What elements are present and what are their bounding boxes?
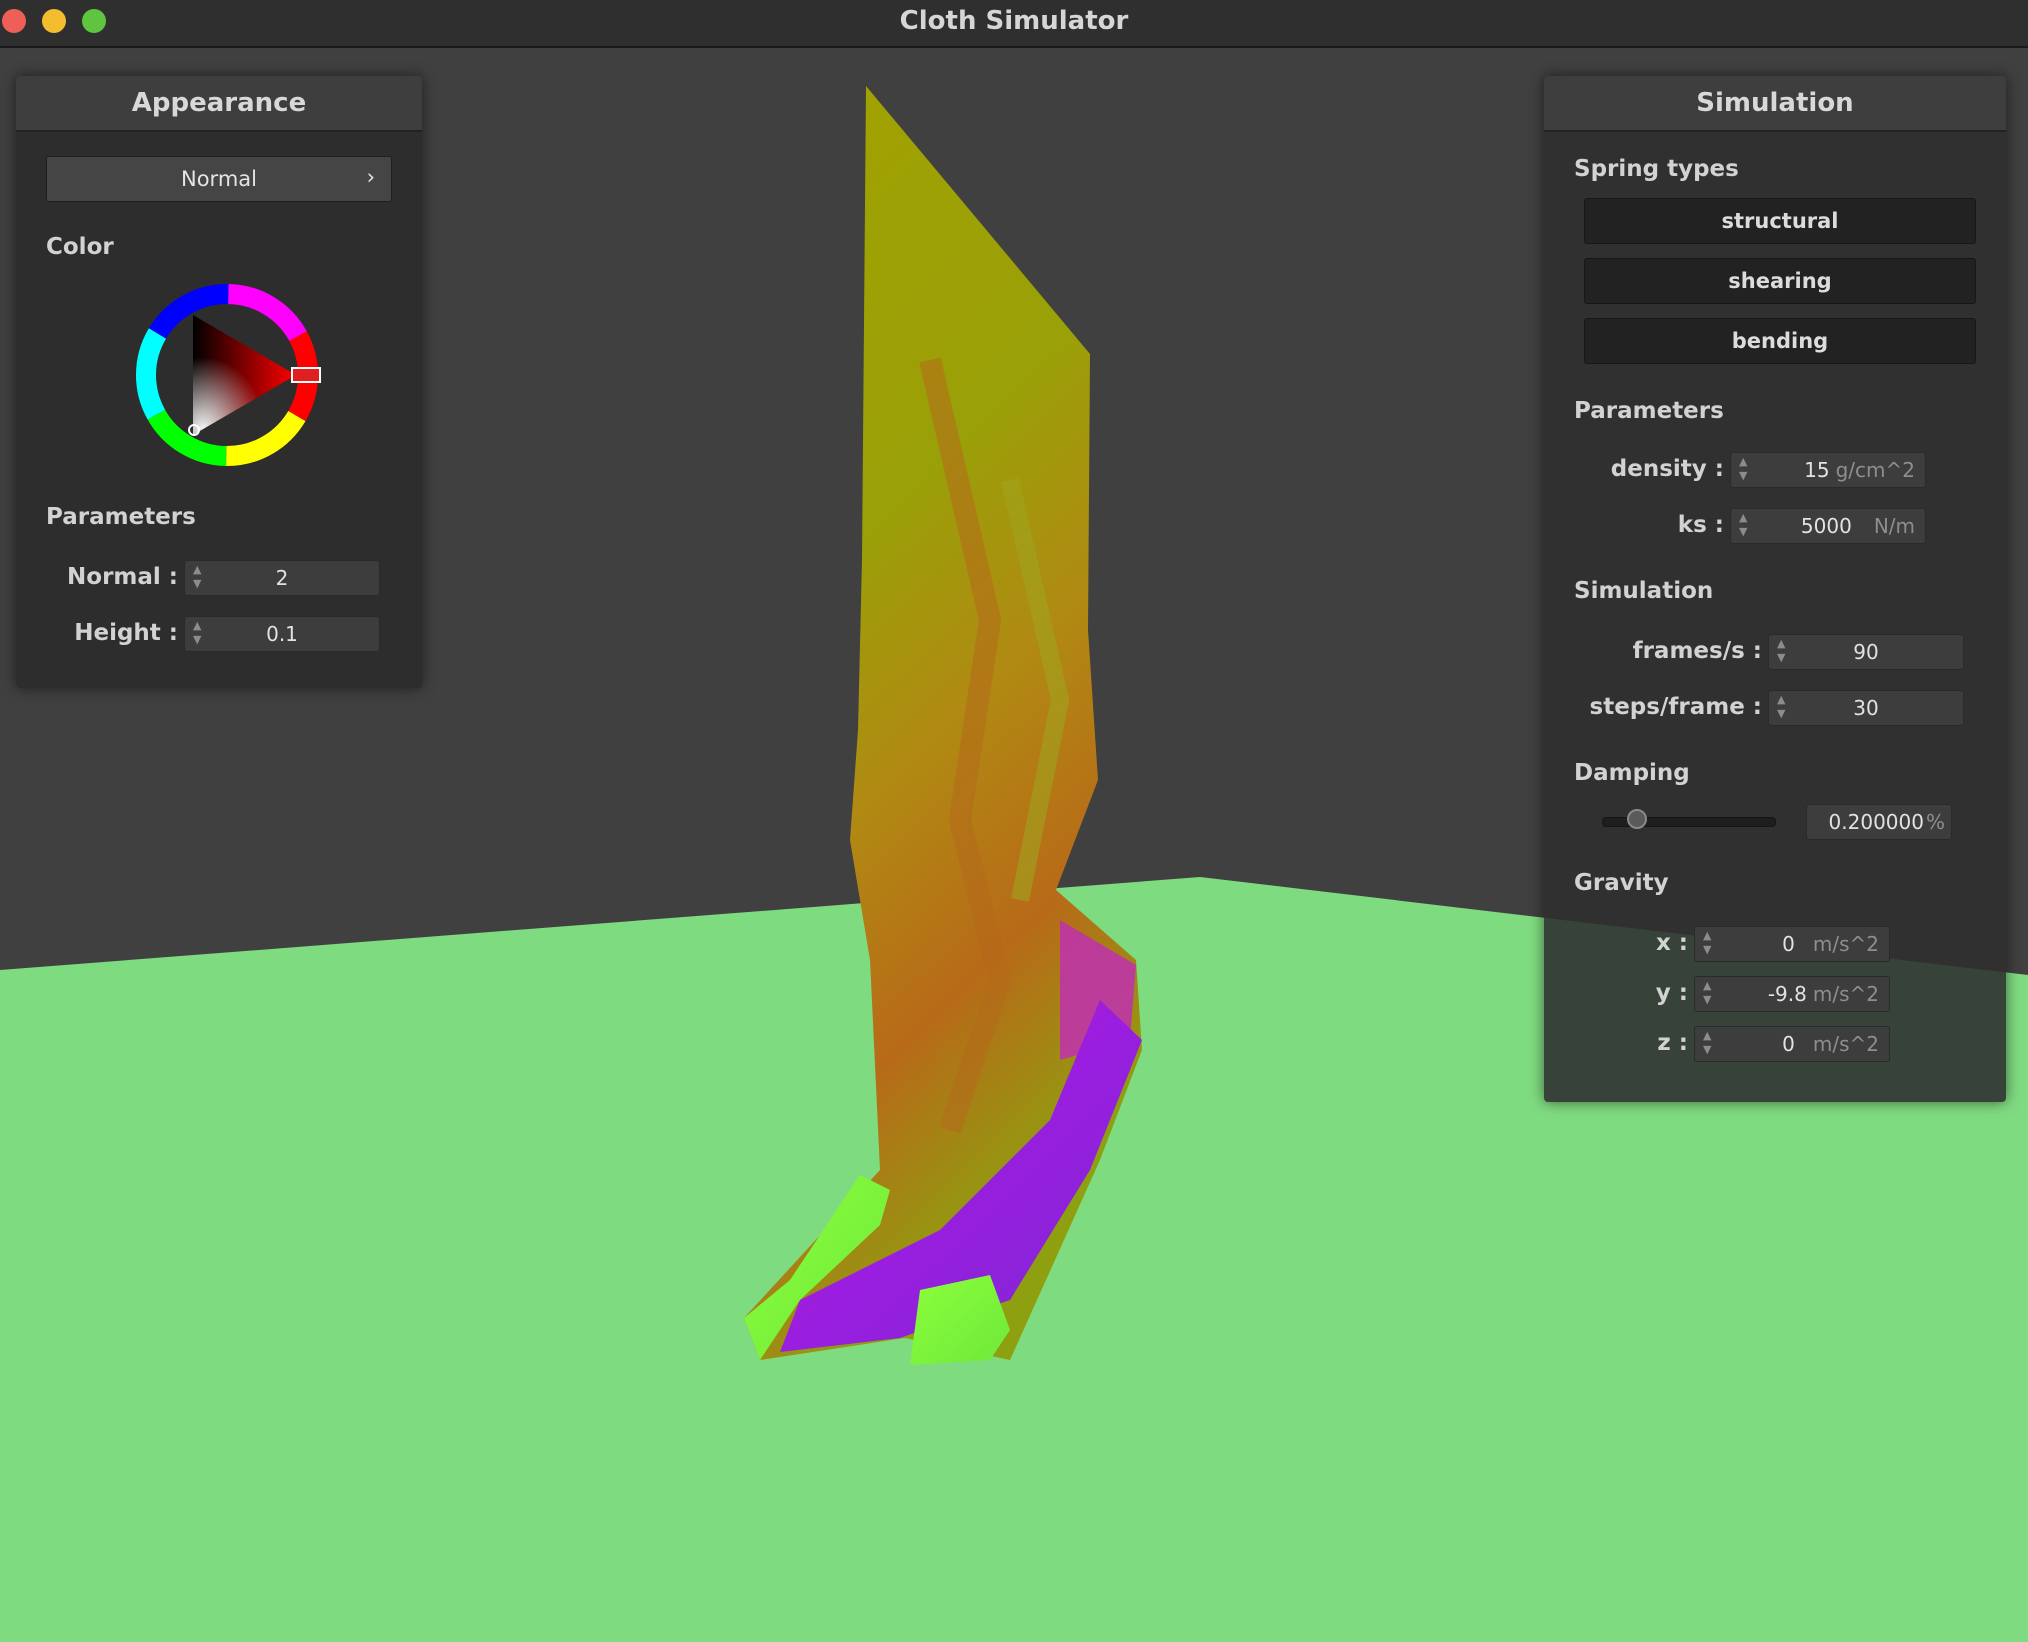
density-input[interactable]: ▲ ▼ 15 g/cm^2 xyxy=(1730,452,1926,488)
color-section-label: Color xyxy=(46,234,114,260)
gravity-y-input[interactable]: ▲ ▼ -9.8 m/s^2 xyxy=(1694,976,1890,1012)
steps-per-frame-label: steps/frame : xyxy=(1589,694,1762,720)
fps-label: frames/s : xyxy=(1632,638,1762,664)
spin-arrows-icon[interactable]: ▲ ▼ xyxy=(1703,929,1711,957)
damping-slider[interactable] xyxy=(1602,809,1776,829)
gravity-x-unit: m/s^2 xyxy=(1812,932,1879,956)
gravity-z-unit: m/s^2 xyxy=(1812,1032,1879,1056)
window-title: Cloth Simulator xyxy=(899,6,1129,36)
shearing-toggle-button[interactable]: shearing xyxy=(1584,258,1976,304)
gravity-label: Gravity xyxy=(1574,870,1669,896)
density-unit: g/cm^2 xyxy=(1835,458,1915,482)
spin-arrows-icon[interactable]: ▲ ▼ xyxy=(1703,979,1711,1007)
ks-label: ks : xyxy=(1677,512,1724,538)
fps-input[interactable]: ▲ ▼ 90 xyxy=(1768,634,1964,670)
gravity-z-value: 0 xyxy=(1782,1032,1795,1056)
gravity-y-unit: m/s^2 xyxy=(1812,982,1879,1006)
gravity-z-input[interactable]: ▲ ▼ 0 m/s^2 xyxy=(1694,1026,1890,1062)
density-value: 15 xyxy=(1804,458,1830,482)
spring-types-label: Spring types xyxy=(1574,156,1739,182)
chevron-right-icon: › xyxy=(366,165,375,189)
damping-slider-thumb[interactable] xyxy=(1626,809,1647,829)
simulation-parameters-label: Parameters xyxy=(1574,398,1724,424)
damping-input[interactable]: 0.200000% xyxy=(1806,804,1952,840)
structural-toggle-button[interactable]: structural xyxy=(1584,198,1976,244)
normal-input[interactable]: ▲ ▼ 2 xyxy=(184,560,380,596)
ks-value: 5000 xyxy=(1800,514,1852,538)
bending-toggle-button[interactable]: bending xyxy=(1584,318,1976,364)
shader-select-value: Normal xyxy=(181,167,257,191)
density-value-group: 15 g/cm^2 xyxy=(1804,453,1915,487)
height-value: 0.1 xyxy=(266,622,298,646)
damping-unit: % xyxy=(1925,810,1945,834)
gravity-x-value-group: 0 m/s^2 xyxy=(1782,927,1879,961)
simulation-section-label: Simulation xyxy=(1574,578,1714,604)
gravity-x-value: 0 xyxy=(1782,932,1795,956)
gravity-z-value-group: 0 m/s^2 xyxy=(1782,1027,1879,1061)
ks-unit: N/m xyxy=(1873,514,1915,538)
spin-arrows-icon[interactable]: ▲ ▼ xyxy=(1703,1029,1711,1057)
ks-value-group: 5000 N/m xyxy=(1801,509,1915,543)
spin-arrows-icon[interactable]: ▲ ▼ xyxy=(1739,511,1747,539)
steps-per-frame-input[interactable]: ▲ ▼ 30 xyxy=(1768,690,1964,726)
damping-value-group: 0.200000% xyxy=(1829,805,1945,839)
normal-label: Normal : xyxy=(67,564,178,590)
density-label: density : xyxy=(1610,456,1724,482)
damping-value: 0.200000 xyxy=(1828,810,1924,834)
ks-input[interactable]: ▲ ▼ 5000 N/m xyxy=(1730,508,1926,544)
hue-handle[interactable] xyxy=(291,367,321,383)
appearance-panel-title: Appearance xyxy=(16,76,422,132)
appearance-parameters-label: Parameters xyxy=(46,504,196,530)
damping-label: Damping xyxy=(1574,760,1690,786)
gravity-x-label: x : xyxy=(1655,930,1688,956)
gravity-y-value: -9.8 xyxy=(1767,982,1807,1006)
steps-per-frame-value: 30 xyxy=(1853,696,1879,720)
gravity-z-label: z : xyxy=(1657,1030,1688,1056)
simulation-panel: Simulation Spring types structural shear… xyxy=(1544,76,2006,1102)
normal-value: 2 xyxy=(275,566,289,590)
height-label: Height : xyxy=(74,620,178,646)
gravity-y-value-group: -9.8 m/s^2 xyxy=(1768,977,1879,1011)
appearance-panel: Appearance Normal › Color Parameters Nor… xyxy=(16,76,422,688)
gravity-y-label: y : xyxy=(1655,980,1688,1006)
title-bar: Cloth Simulator xyxy=(0,0,2028,48)
gravity-x-input[interactable]: ▲ ▼ 0 m/s^2 xyxy=(1694,926,1890,962)
shader-select[interactable]: Normal › xyxy=(46,156,392,202)
spin-arrows-icon[interactable]: ▲ ▼ xyxy=(1739,455,1747,483)
height-input[interactable]: ▲ ▼ 0.1 xyxy=(184,616,380,652)
fps-value: 90 xyxy=(1853,640,1879,664)
simulation-panel-title: Simulation xyxy=(1544,76,2006,132)
color-wheel[interactable] xyxy=(132,280,322,470)
